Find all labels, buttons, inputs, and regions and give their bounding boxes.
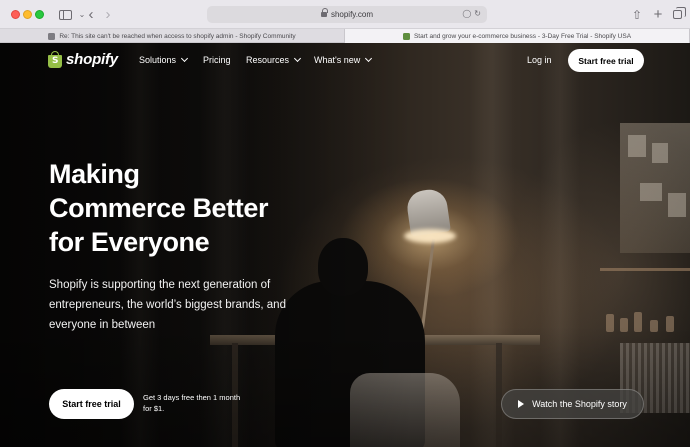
new-tab-icon[interactable]: + <box>651 6 665 23</box>
chevron-down-icon <box>365 54 373 63</box>
community-favicon <box>48 32 56 40</box>
play-icon <box>518 400 525 408</box>
trial-note-line: for $1. <box>143 404 165 413</box>
translate-icon[interactable]: ◯ <box>462 9 471 18</box>
address-bar-url: shopify.com <box>330 10 374 19</box>
main-navigation: S shopify Solutions Pricing Resources Wh… <box>0 43 690 79</box>
back-icon[interactable]: ‹ <box>83 6 99 23</box>
browser-toolbar: ⌄ ‹ › shopify.com ◯ ↻ ⇧ + <box>0 0 690 29</box>
nav-resources[interactable]: Resources <box>246 54 302 65</box>
nav-item-label: Solutions <box>139 55 177 65</box>
lock-icon <box>320 8 328 18</box>
shopify-logo[interactable]: S shopify <box>48 51 118 68</box>
tab-bar: Re: This site can't be reached when acce… <box>0 29 690 43</box>
chevron-down-icon <box>293 54 302 63</box>
address-bar[interactable]: shopify.com ◯ ↻ <box>207 6 487 23</box>
hero-subtitle-line: everyone in between <box>49 319 156 331</box>
trial-note: Get 3 days free then 1 month for $1. <box>143 392 263 414</box>
tab-overview-icon[interactable] <box>670 6 686 23</box>
share-icon[interactable]: ⇧ <box>630 6 644 23</box>
nav-start-free-trial-button[interactable]: Start free trial <box>568 49 644 72</box>
hero-subtitle: Shopify is supporting the next generatio… <box>49 275 309 335</box>
nav-solutions[interactable]: Solutions <box>139 54 189 65</box>
hero-title-line: Commerce Better <box>49 193 269 223</box>
nav-item-label: Resources <box>246 55 290 65</box>
hero-title: Making Commerce Better for Everyone <box>49 157 349 259</box>
watch-story-button[interactable]: Watch the Shopify story <box>501 389 644 419</box>
window-maximize-button[interactable] <box>35 10 44 19</box>
nav-item-label: Pricing <box>203 55 231 65</box>
hero-subtitle-line: entrepreneurs, the world’s biggest brand… <box>49 299 286 311</box>
trial-note-line: Get 3 days free then 1 month <box>143 393 241 402</box>
hero-title-line: Making <box>49 159 140 189</box>
tab-title: Re: This site can't be reached when acce… <box>59 32 296 40</box>
sidebar-toggle-icon[interactable] <box>52 6 78 23</box>
hero-start-free-trial-button[interactable]: Start free trial <box>49 389 134 419</box>
shopify-bag-icon: S <box>48 51 62 68</box>
nav-pricing[interactable]: Pricing <box>203 55 231 65</box>
hero-subtitle-line: Shopify is supporting the next generatio… <box>49 279 271 291</box>
forward-icon[interactable]: › <box>100 6 116 23</box>
logo-text: shopify <box>66 51 118 68</box>
tab-title: Start and grow your e-commerce business … <box>413 32 632 40</box>
window-minimize-button[interactable] <box>23 10 32 19</box>
nav-whats-new[interactable]: What's new <box>314 54 373 65</box>
hero-title-line: for Everyone <box>49 227 210 257</box>
hero-section: S shopify Solutions Pricing Resources Wh… <box>0 43 690 447</box>
reload-icon[interactable]: ↻ <box>474 9 481 18</box>
shopify-favicon <box>402 32 410 40</box>
nav-item-label: What's new <box>314 55 361 65</box>
tab-shopify-community[interactable]: Re: This site can't be reached when acce… <box>0 29 345 43</box>
window-close-button[interactable] <box>11 10 20 19</box>
watch-story-label: Watch the Shopify story <box>532 399 627 409</box>
chevron-down-icon <box>180 54 189 63</box>
login-link[interactable]: Log in <box>527 55 552 65</box>
tab-shopify-home[interactable]: Start and grow your e-commerce business … <box>345 29 690 43</box>
